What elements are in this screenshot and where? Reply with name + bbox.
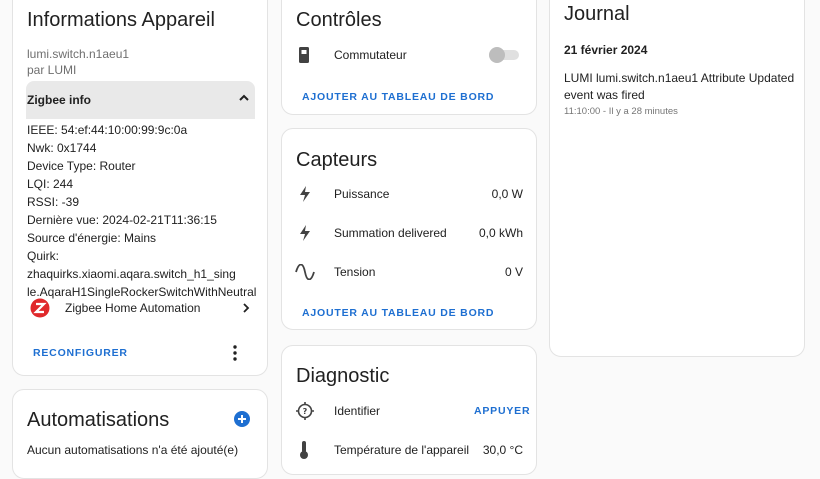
thermometer-icon [299,440,309,460]
journal-entry-text: LUMI lumi.switch.n1aeu1 Attribute Update… [564,71,795,102]
sensor-power-label: Puissance [334,187,390,201]
temperature-label: Température de l'appareil [334,443,470,457]
zigbee-info-header-label: Zigbee info [27,93,91,107]
controls-card: Contrôles Commutateur AJOUTER AU TABLEAU… [281,0,537,115]
add-automation-icon[interactable] [234,411,250,427]
integration-zha-row[interactable]: Zigbee Home Automation [27,295,253,321]
more-vert-icon[interactable] [229,344,241,362]
zigbee-info-header[interactable]: Zigbee info [26,81,255,119]
diagnostic-card: Diagnostic ? Identifier APPUYER Températ… [281,345,537,475]
reconfigure-button[interactable]: RECONFIGURER [33,347,128,359]
switch-toggle[interactable] [489,47,519,63]
sensor-summation-value: 0,0 kWh [478,226,523,240]
info-rssi: RSSI: -39 [27,195,80,209]
sensor-voltage-value: 0 V [504,265,523,279]
zigbee-info-list: IEEE: 54:ef:44:10:00:99:9c:0a Nwk: 0x174… [27,121,265,301]
sensors-card: Capteurs Puissance 0,0 W Summation deliv… [281,128,537,330]
svg-text:?: ? [303,407,308,416]
identify-button[interactable]: APPUYER [474,405,530,417]
device-info-card: Informations Appareil lumi.switch.n1aeu1… [12,0,268,376]
flash-icon [298,185,312,203]
chevron-right-icon [239,301,253,315]
switch-thumb [489,47,505,63]
journal-entry-time: 11:10:00 - Il y a 28 minutes [564,106,678,117]
zha-logo-icon [30,298,50,318]
info-power-source: Source d'énergie: Mains [27,231,157,245]
crosshairs-question-icon: ? [295,401,315,421]
controls-add-to-dashboard-button[interactable]: AJOUTER AU TABLEAU DE BORD [302,91,494,103]
sensors-title: Capteurs [296,149,378,171]
automations-title: Automatisations [27,409,170,431]
device-info-title: Informations Appareil [27,9,215,31]
device-manufacturer: par LUMI [27,63,77,77]
info-quirk-1: Quirk: zhaquirks.xiaomi.aqara.switch_h1_… [27,249,236,281]
integration-label: Zigbee Home Automation [65,301,201,315]
controls-title: Contrôles [296,9,382,31]
info-lqi: LQI: 244 [27,177,74,191]
sensor-summation-label: Summation delivered [334,226,447,240]
automations-card: Automatisations Aucun automatisations n'… [12,389,268,479]
info-ieee: IEEE: 54:ef:44:10:00:99:9c:0a [27,123,188,137]
info-nwk: Nwk: 0x1744 [27,141,97,155]
info-last-seen: Dernière vue: 2024-02-21T11:36:15 [27,213,217,227]
journal-entry[interactable]: LUMI lumi.switch.n1aeu1 Attribute Update… [564,70,796,117]
diagnostic-title: Diagnostic [296,365,390,387]
journal-card: Journal 21 février 2024 LUMI lumi.switch… [549,0,805,357]
flash-outline-icon [298,224,312,242]
switch-device-icon [298,46,310,64]
sensor-voltage-label: Tension [334,265,376,279]
switch-label: Commutateur [334,48,407,62]
sine-wave-icon [295,263,315,281]
journal-date: 21 février 2024 [564,43,648,57]
info-device-type: Device Type: Router [27,159,136,173]
identify-label: Identifier [334,404,381,418]
journal-title: Journal [564,3,630,25]
automations-empty-text: Aucun automatisations n'a été ajouté(e) [27,443,239,457]
temperature-value: 30,0 °C [482,443,523,457]
sensors-add-to-dashboard-button[interactable]: AJOUTER AU TABLEAU DE BORD [302,307,494,319]
chevron-up-icon [237,91,251,105]
sensor-power-value: 0,0 W [491,187,523,201]
